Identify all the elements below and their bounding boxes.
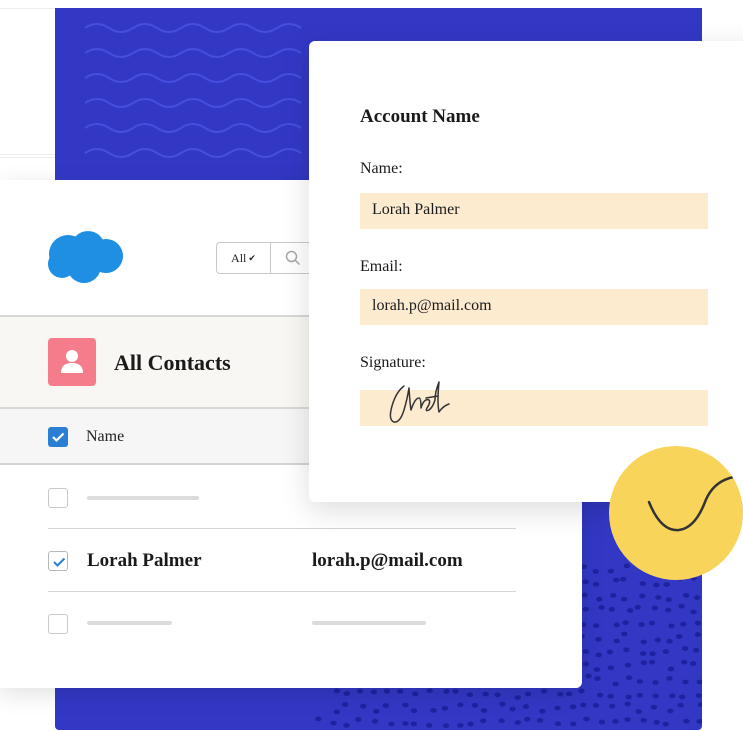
select-all-checkbox[interactable] xyxy=(48,427,68,447)
contacts-title: All Contacts xyxy=(114,350,231,375)
column-name-header[interactable]: Name xyxy=(86,428,124,446)
row-checkbox[interactable] xyxy=(48,614,68,634)
bg-line xyxy=(0,8,60,9)
email-field[interactable]: lorah.p@mail.com xyxy=(360,289,708,325)
handwritten-signature xyxy=(389,381,450,423)
signature-field[interactable] xyxy=(360,381,708,426)
table-row[interactable] xyxy=(0,593,582,655)
row-checkbox[interactable] xyxy=(48,488,68,508)
search-icon[interactable] xyxy=(285,250,301,266)
placeholder-email-bar xyxy=(312,621,426,625)
table-row[interactable]: Lorah Palmer lorah.p@mail.com xyxy=(0,530,582,592)
account-form-card: Account Name Name: Lorah Palmer Email: l… xyxy=(309,41,743,502)
row-divider xyxy=(48,591,516,592)
search-scope-label: All xyxy=(231,250,247,265)
contact-email: lorah.p@mail.com xyxy=(312,550,463,571)
contact-person-icon xyxy=(48,338,96,386)
search-scope-dropdown[interactable]: All ✔ xyxy=(217,243,271,273)
squiggle-line-icon xyxy=(647,474,743,532)
name-label: Name: xyxy=(360,160,403,177)
form-title: Account Name xyxy=(360,106,480,127)
background-card xyxy=(0,8,60,158)
yellow-decorative-circle xyxy=(609,446,743,580)
row-divider xyxy=(48,528,516,529)
bg-line xyxy=(0,154,60,155)
contact-name: Lorah Palmer xyxy=(87,550,202,571)
email-label: Email: xyxy=(360,258,403,275)
placeholder-name-bar xyxy=(87,496,199,500)
signature-label: Signature: xyxy=(360,354,426,371)
name-field[interactable]: Lorah Palmer xyxy=(360,193,708,229)
chevron-down-icon: ✔ xyxy=(248,252,256,263)
salesforce-cloud-icon xyxy=(48,231,123,283)
row-checkbox[interactable] xyxy=(48,551,68,571)
placeholder-name-bar xyxy=(87,621,172,625)
